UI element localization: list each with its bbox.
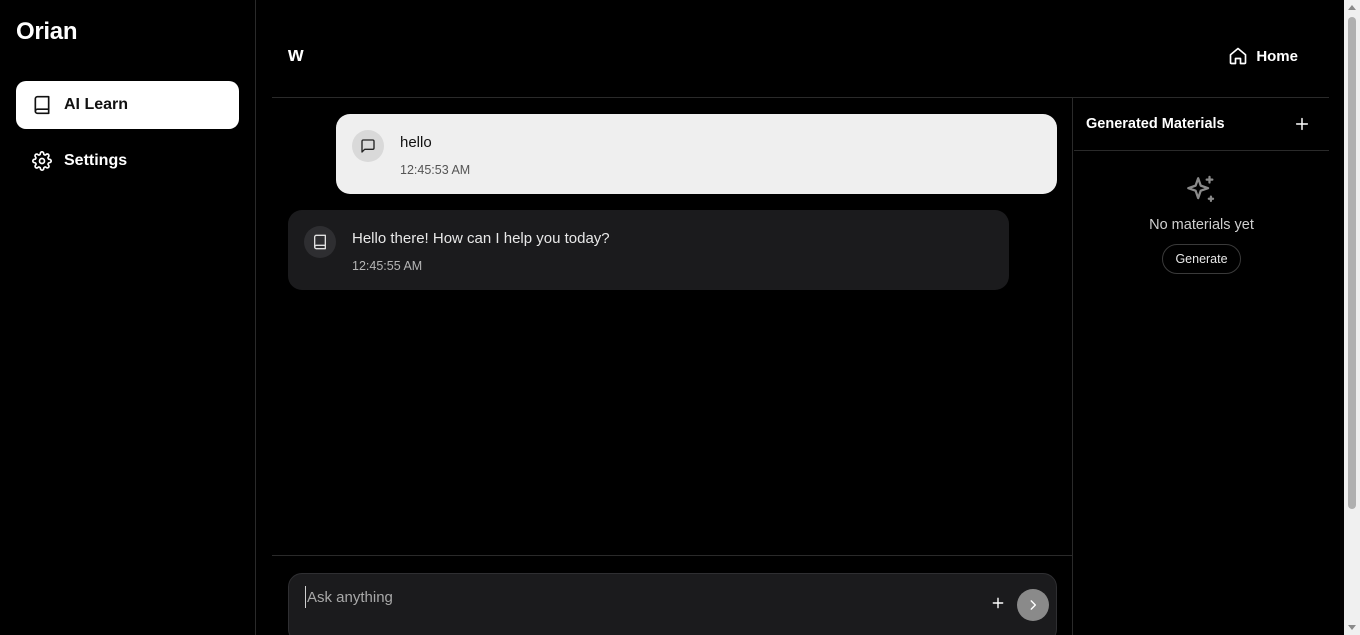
chevron-right-icon: [1030, 600, 1037, 610]
materials-panel: Generated Materials No materials yet Gen…: [1074, 98, 1329, 635]
home-label: Home: [1256, 47, 1298, 65]
scroll-up-icon[interactable]: [1348, 5, 1356, 10]
composer: [288, 573, 1057, 635]
plus-icon: [1295, 117, 1309, 131]
sidebar: Orian AI Learn Settings: [0, 0, 256, 635]
ask-input[interactable]: [305, 586, 955, 608]
brand-logo: Orian: [16, 18, 78, 45]
message-square-icon: [352, 130, 384, 162]
page-scrollbar[interactable]: [1344, 0, 1360, 635]
assistant-message: Hello there! How can I help you today? 1…: [288, 210, 1009, 290]
add-attachment-button[interactable]: [989, 594, 1007, 612]
message-text: hello: [400, 134, 432, 151]
generate-button[interactable]: Generate: [1162, 244, 1241, 274]
add-material-button[interactable]: [1294, 116, 1310, 132]
book-icon: [304, 226, 336, 258]
sidebar-item-label: AI Learn: [64, 96, 129, 113]
plus-icon: [992, 597, 1004, 609]
scrollbar-thumb[interactable]: [1348, 17, 1356, 509]
gear-icon: [32, 151, 52, 171]
scroll-down-icon[interactable]: [1348, 625, 1356, 630]
composer-area: [272, 555, 1073, 635]
chat-messages: hello 12:45:53 AM Hello there! How can I…: [272, 98, 1073, 555]
main-panel: w Home hello 12:45:53 AM Hello there! Ho…: [272, 0, 1329, 635]
message-timestamp: 12:45:55 AM: [352, 259, 423, 273]
chat-header: w Home: [272, 0, 1329, 98]
materials-header: Generated Materials: [1074, 98, 1329, 151]
message-timestamp: 12:45:53 AM: [400, 163, 471, 177]
message-text: Hello there! How can I help you today?: [352, 230, 610, 247]
sidebar-item-label: Settings: [64, 152, 128, 169]
conversation-title: w: [288, 44, 304, 66]
sidebar-item-settings[interactable]: Settings: [16, 137, 239, 185]
sidebar-item-ai-learn[interactable]: AI Learn: [16, 81, 239, 129]
book-icon: [32, 95, 52, 115]
home-button[interactable]: Home: [1228, 46, 1298, 66]
home-icon: [1228, 46, 1248, 66]
user-message: hello 12:45:53 AM: [336, 114, 1057, 194]
materials-title: Generated Materials: [1086, 116, 1225, 132]
empty-state-text: No materials yet: [1149, 217, 1254, 233]
sparkles-icon: [1184, 174, 1218, 208]
send-button[interactable]: [1017, 589, 1049, 621]
